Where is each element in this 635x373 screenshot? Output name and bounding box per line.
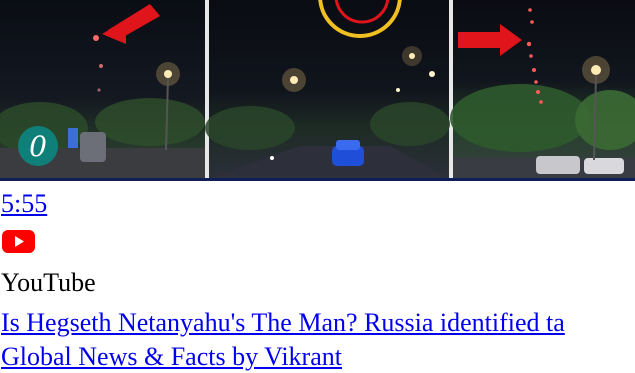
channel-name-link[interactable]: Global News & Facts by Vikrant (1, 341, 342, 373)
video-thumbnail[interactable]: 0 (0, 0, 635, 181)
thumbnail-scene: 0 (0, 0, 635, 178)
youtube-play-icon (2, 230, 35, 253)
video-title-link[interactable]: Is Hegseth Netanyahu's The Man? Russia i… (1, 307, 565, 339)
video-source-label: YouTube (1, 268, 96, 297)
video-duration-link[interactable]: 5:55 (1, 188, 47, 220)
svg-text:0: 0 (29, 130, 47, 163)
